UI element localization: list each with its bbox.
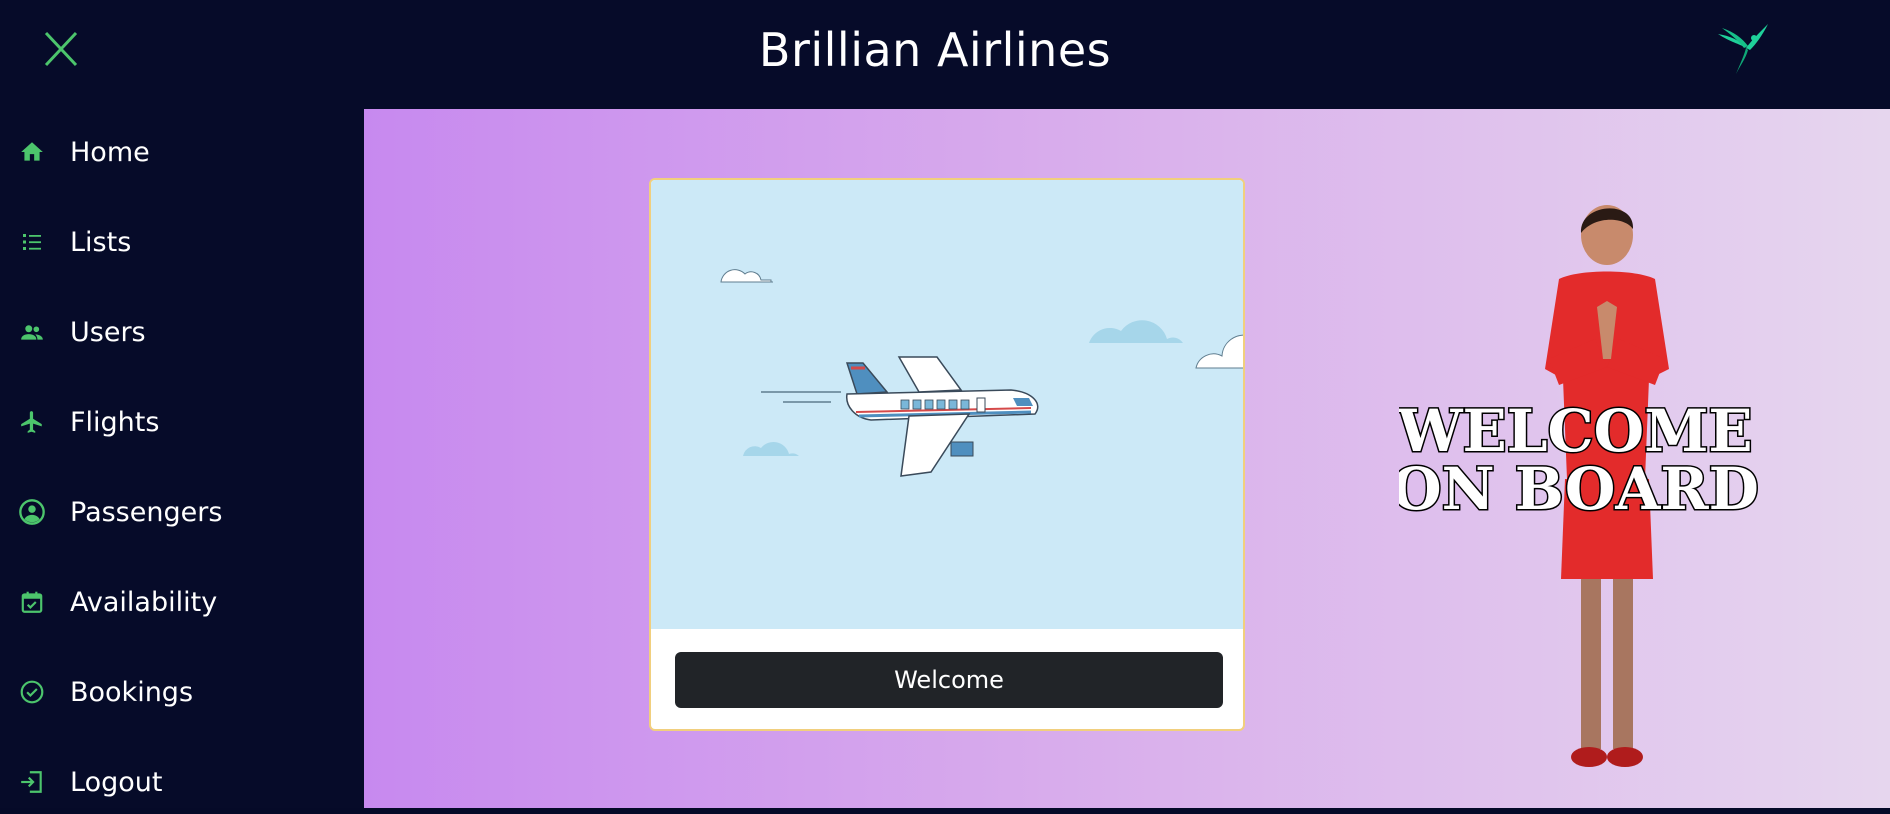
sidebar-item-flights[interactable]: Flights: [0, 390, 364, 454]
sidebar-item-users[interactable]: Users: [0, 300, 364, 364]
airplane-flying-illustration: [651, 180, 1243, 629]
sidebar-item-label: Logout: [70, 766, 163, 798]
account-circle-icon: [18, 498, 46, 526]
users-icon: [18, 318, 46, 346]
sidebar-item-label: Flights: [70, 406, 160, 438]
sidebar: Home Lists Users Flights Passengers Avai…: [0, 109, 364, 808]
top-bar: Brillian Airlines: [0, 0, 1890, 109]
main-content: Welcome WELCOME ON BOARD: [364, 109, 1890, 808]
sidebar-item-passengers[interactable]: Passengers: [0, 480, 364, 544]
list-icon: [18, 228, 46, 256]
sidebar-item-label: Passengers: [70, 496, 223, 528]
hummingbird-logo-icon: [1710, 14, 1774, 78]
sidebar-item-home[interactable]: Home: [0, 120, 364, 184]
sidebar-item-bookings[interactable]: Bookings: [0, 660, 364, 724]
welcome-button[interactable]: Welcome: [675, 652, 1223, 708]
home-icon: [18, 138, 46, 166]
sidebar-item-label: Users: [70, 316, 146, 348]
sidebar-item-lists[interactable]: Lists: [0, 210, 364, 274]
check-circle-icon: [18, 678, 46, 706]
sidebar-item-availability[interactable]: Availability: [0, 570, 364, 634]
app-title: Brillian Airlines: [758, 23, 1112, 77]
sidebar-item-label: Bookings: [70, 676, 194, 708]
airplane-icon: [845, 356, 1039, 477]
logout-icon: [18, 768, 46, 796]
sidebar-item-label: Home: [70, 136, 150, 168]
sidebar-item-label: Availability: [70, 586, 218, 618]
cloud-icon: [720, 269, 773, 283]
banner-line-2: ON BOARD: [1399, 455, 1759, 523]
flight-attendant-image: WELCOME ON BOARD: [1390, 189, 1760, 789]
welcome-card: Welcome: [649, 178, 1245, 731]
calendar-check-icon: [18, 588, 46, 616]
sidebar-item-label: Lists: [70, 226, 132, 258]
airplane-icon: [18, 408, 46, 436]
sidebar-item-logout[interactable]: Logout: [0, 750, 364, 814]
